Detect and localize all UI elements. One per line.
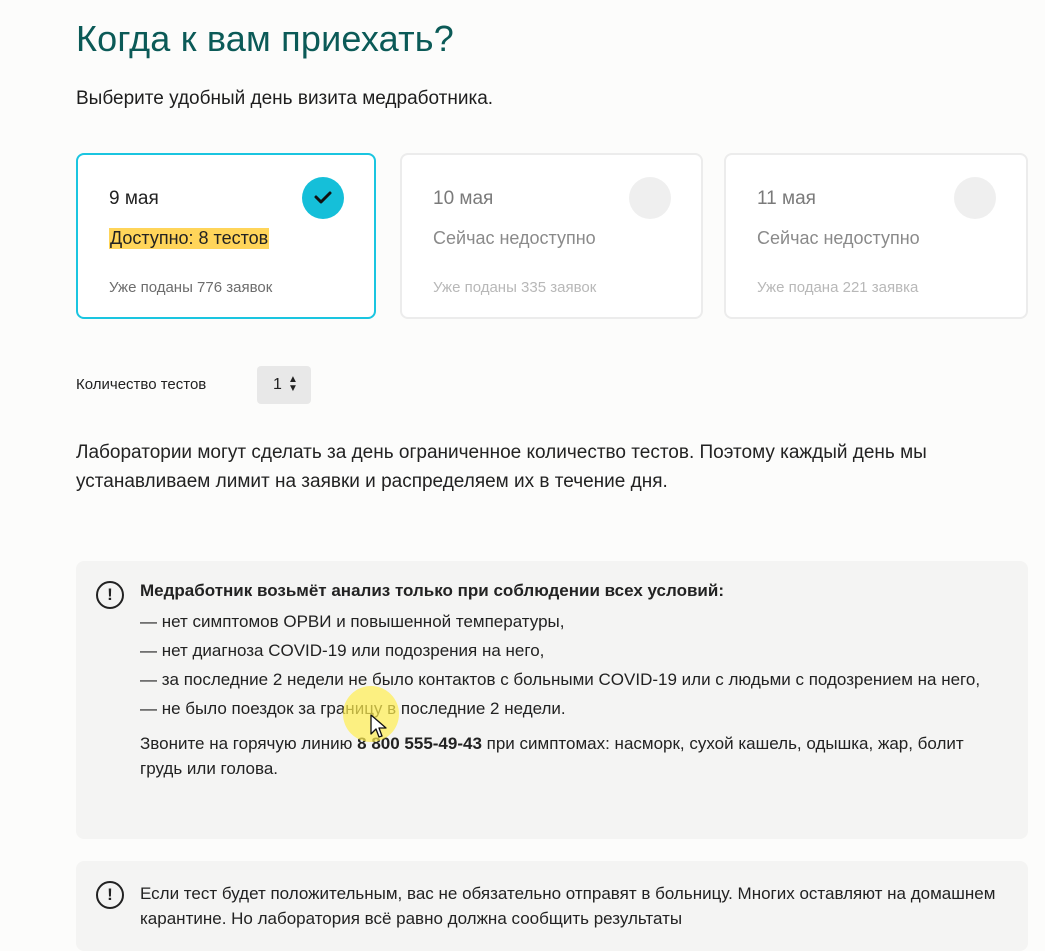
radio-circle-icon — [629, 177, 671, 219]
hotline-text: Звоните на горячую линию 8 800 555-49-43… — [140, 731, 1000, 781]
page-subtitle: Выберите удобный день визита медработник… — [76, 88, 494, 109]
test-quantity-select[interactable]: 1 ▲ ▼ — [257, 366, 311, 404]
day-card-date: 9 мая — [109, 188, 159, 209]
condition-item: — нет симптомов ОРВИ и повышенной темпер… — [140, 612, 565, 631]
positive-result-notice: ! Если тест будет положительным, вас не … — [76, 861, 1028, 951]
condition-item: — нет диагноза COVID-19 или подозрения н… — [140, 641, 545, 660]
condition-item: — не было поездок за границу в последние… — [140, 699, 566, 718]
day-card-status: Сейчас недоступно — [433, 228, 596, 248]
positive-result-text: Если тест будет положительным, вас не об… — [140, 884, 996, 928]
day-card-may-10[interactable]: 10 мая Сейчас недоступно Уже поданы 335 … — [400, 153, 703, 319]
day-card-date: 11 мая — [757, 188, 816, 209]
day-card-count: Уже поданы 776 заявок — [109, 279, 273, 296]
day-card-may-9[interactable]: 9 мая Доступно: 8 тестов Уже поданы 776 … — [76, 153, 376, 319]
lab-limit-info: Лаборатории могут сделать за день ограни… — [76, 442, 927, 492]
condition-item: — за последние 2 недели не было контакто… — [140, 670, 981, 689]
conditions-notice: ! Медработник возьмёт анализ только при … — [76, 561, 1028, 839]
check-icon — [302, 177, 344, 219]
day-card-status: Сейчас недоступно — [757, 228, 920, 248]
exclamation-icon: ! — [96, 881, 124, 909]
updown-arrows-icon: ▲ ▼ — [288, 374, 298, 394]
test-quantity-label: Количество тестов — [76, 376, 207, 393]
conditions-body: Медработник возьмёт анализ только при со… — [140, 581, 1000, 781]
day-card-status: Доступно: 8 тестов — [109, 228, 270, 249]
day-card-date: 10 мая — [433, 188, 494, 209]
page-title: Когда к вам приехать? — [76, 18, 454, 59]
day-cards: 9 мая Доступно: 8 тестов Уже поданы 776 … — [76, 153, 1028, 323]
test-quantity-value: 1 — [273, 376, 282, 393]
conditions-title: Медработник возьмёт анализ только при со… — [140, 581, 724, 600]
hotline-prefix: Звоните на горячую линию — [140, 734, 358, 753]
day-card-may-11[interactable]: 11 мая Сейчас недоступно Уже подана 221 … — [724, 153, 1028, 319]
hotline-number: 8 800 555-49-43 — [357, 734, 482, 753]
day-card-count: Уже поданы 335 заявок — [433, 279, 597, 296]
exclamation-icon: ! — [96, 581, 124, 609]
day-card-count: Уже подана 221 заявка — [757, 279, 919, 296]
radio-circle-icon — [954, 177, 996, 219]
